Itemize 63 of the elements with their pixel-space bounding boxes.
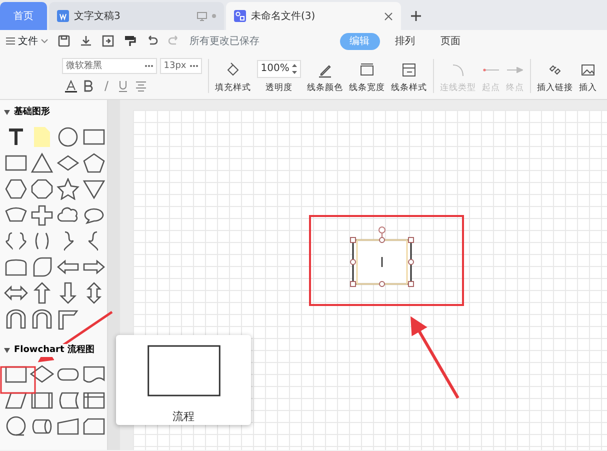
corner-arrow-icon[interactable] (56, 308, 80, 330)
font-family-field[interactable]: 微软雅黑 (62, 58, 157, 74)
more-icon (190, 65, 198, 68)
undo-icon[interactable] (146, 35, 158, 47)
caret-icon (4, 348, 10, 353)
mode-tab[interactable]: 排列 (385, 32, 425, 50)
opacity-field[interactable]: 100% (256, 60, 301, 78)
image-icon (580, 62, 596, 78)
fill-icon (224, 62, 241, 78)
toolbar-button[interactable]: 线条颜色 (306, 56, 343, 94)
underline-icon[interactable] (117, 80, 130, 93)
annotation-frame (0, 366, 36, 394)
circle-icon[interactable] (4, 415, 28, 437)
dot-icon (212, 14, 216, 18)
monitor-icon (197, 12, 207, 20)
align-icon[interactable] (134, 80, 147, 93)
end-icon (506, 66, 523, 73)
line-style-icon (400, 62, 417, 78)
toolbar-button[interactable]: 填充样式 (214, 56, 251, 94)
more-icon (145, 65, 153, 68)
caret-icon (4, 110, 10, 116)
add-tab-icon[interactable] (411, 11, 421, 21)
cross-icon[interactable] (30, 204, 54, 226)
toolbar-button[interactable]: 线条样式 (390, 56, 427, 94)
tab[interactable]: 未命名文件(3) (226, 2, 401, 30)
format-painter-icon[interactable] (124, 35, 136, 47)
mode-tab[interactable]: 页面 (430, 32, 470, 50)
start-icon (482, 66, 499, 73)
triangle-icon[interactable] (30, 152, 54, 174)
u-turn-arrow-icon[interactable] (30, 308, 54, 330)
export-icon[interactable] (102, 35, 114, 47)
star-icon[interactable] (56, 178, 80, 200)
toolbar-button[interactable]: 插入 (578, 56, 597, 94)
download-icon[interactable] (80, 35, 92, 47)
tooltip-label: 流程 (172, 408, 194, 424)
decision-icon[interactable] (30, 363, 54, 385)
circle-icon[interactable] (56, 126, 80, 148)
file-menu-button[interactable]: 文件 (6, 34, 48, 48)
font-color-icon[interactable] (64, 80, 77, 93)
tab[interactable]: 文字文稿3 (49, 2, 224, 30)
close-icon[interactable] (384, 12, 393, 20)
toolbar-button[interactable]: 插入链接 (536, 56, 573, 94)
diagram-icon (234, 10, 246, 22)
u-turn-arrow-icon[interactable] (4, 308, 28, 330)
line-width-icon (358, 62, 375, 78)
octagon-icon[interactable] (30, 178, 54, 200)
process-preview-icon (146, 345, 220, 396)
bold-icon[interactable] (82, 80, 94, 93)
hexagon-icon[interactable] (4, 178, 28, 200)
save-icon[interactable] (58, 35, 70, 47)
font-size-field[interactable]: 13px (160, 58, 202, 74)
inverted-triangle-icon[interactable] (82, 178, 106, 200)
opacity-label: 透明度 (265, 82, 292, 94)
spinner-icon (292, 64, 297, 74)
document-icon (57, 10, 69, 22)
braces-icon[interactable] (4, 230, 28, 252)
pentagon-icon[interactable] (82, 152, 106, 174)
menu-icon (6, 37, 15, 45)
save-status: 所有更改已保存 (190, 34, 260, 48)
section-header[interactable]: Flowchart 流程图 (0, 338, 107, 361)
caret-icon (40, 38, 48, 44)
section-header[interactable]: 基础图形 (0, 100, 107, 124)
toolbar-button[interactable]: 线条宽度 (348, 56, 385, 94)
